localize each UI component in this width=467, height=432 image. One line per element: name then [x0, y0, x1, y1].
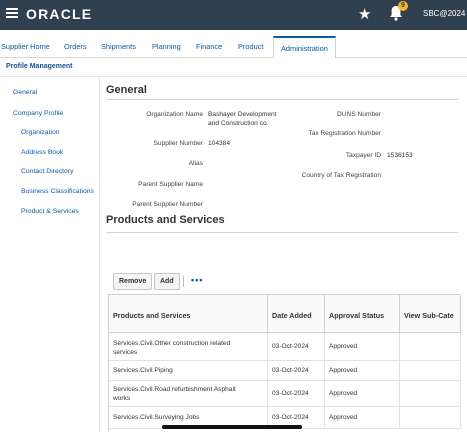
column-header-products-services[interactable]: Products and Services [109, 295, 268, 333]
table-cell-status: Approved [325, 407, 400, 429]
sidebar-item-product-services[interactable]: Product & Services [21, 208, 79, 215]
header-divider [0, 76, 467, 77]
sidebar-item-general[interactable]: General [13, 89, 37, 96]
tab-supplier-home[interactable]: Supplier Home [1, 42, 50, 51]
taxpayer-id-value: 1536153 [387, 152, 413, 159]
product-name-line: services [113, 349, 138, 356]
table-cell-view-sub-category[interactable] [400, 407, 461, 429]
country-of-tax-registration-label: Country of Tax Registration [301, 172, 381, 179]
home-indicator[interactable] [162, 425, 302, 429]
table-cell-view-sub-category[interactable] [400, 361, 461, 381]
sidebar-divider [99, 77, 100, 432]
remove-button[interactable]: Remove [113, 273, 153, 290]
parent-supplier-number-label: Parent Supplier Number [132, 201, 203, 208]
product-name-line: Services.Civil.Road refurbishment Asphal… [113, 386, 236, 393]
tab-planning[interactable]: Planning [152, 42, 181, 51]
column-header-view-sub-category[interactable]: View Sub-Cate [400, 295, 461, 333]
top-bar: ORACLE ★ 9 SBC@2024 [0, 0, 467, 30]
organization-name-value: Bashayer Development [208, 111, 277, 118]
product-name-line: Services.Civil.Other construction relate… [113, 340, 231, 347]
product-name-line: works [113, 395, 131, 402]
table-cell-view-sub-category[interactable] [400, 381, 461, 407]
sidebar-item-organization[interactable]: Organization [21, 129, 60, 136]
general-heading-rule [106, 99, 458, 100]
table-cell-date: 03-Oct-2024 [268, 361, 325, 381]
user-menu[interactable]: SBC@2024 [423, 9, 465, 18]
table-cell-status: Approved [325, 333, 400, 361]
column-header-approval-status[interactable]: Approval Status [325, 295, 400, 333]
column-header-date-added[interactable]: Date Added [268, 295, 325, 333]
table-cell-date: 03-Oct-2024 [268, 381, 325, 407]
organization-name-label: Organization Name [146, 111, 203, 118]
supplier-number-value: 104384 [208, 140, 231, 147]
parent-supplier-name-label: Parent Supplier Name [138, 181, 203, 188]
table-cell-date: 03-Oct-2024 [268, 333, 325, 361]
tab-shipments[interactable]: Shipments [101, 42, 136, 51]
add-button[interactable]: Add [154, 273, 180, 290]
tab-orders[interactable]: Orders [64, 42, 87, 51]
table-cell-status: Approved [325, 361, 400, 381]
sidebar-item-contact-directory[interactable]: Contact Directory [21, 168, 74, 175]
sidebar-item-business-classifications[interactable]: Business Classifications [21, 188, 94, 195]
table-row-product: Services.Civil.Piping [109, 361, 268, 381]
products-table: Products and Services Date Added Approva… [108, 294, 461, 432]
general-heading: General [106, 84, 147, 96]
oracle-logo[interactable]: ORACLE [26, 6, 92, 22]
tab-administration[interactable]: Administration [273, 36, 336, 58]
notification-count-badge: 9 [398, 1, 408, 11]
tab-product[interactable]: Product [238, 42, 263, 51]
table-cell-view-sub-category[interactable] [400, 333, 461, 361]
supplier-number-label: Supplier Number [153, 140, 203, 147]
taxpayer-id-label: Taxpayer ID [345, 152, 381, 159]
duns-number-label: DUNS Number [337, 111, 381, 118]
menu-icon[interactable] [6, 8, 18, 18]
toolbar-separator [183, 276, 184, 287]
tax-registration-number-label: Tax Registration Number [308, 130, 381, 137]
alias-label: Alias [188, 160, 203, 167]
more-actions-icon[interactable]: ••• [191, 275, 203, 285]
table-cell-status: Approved [325, 381, 400, 407]
page-title: Profile Management [6, 63, 73, 70]
table-row-product: Services.Civil.Other construction relate… [109, 333, 268, 361]
table-row-product: Services.Civil.Road refurbishment Asphal… [109, 381, 268, 407]
sidebar-item-address-book[interactable]: Address Book [21, 149, 63, 156]
sidebar-item-company-profile[interactable]: Company Profile [13, 110, 63, 117]
products-heading-rule [106, 232, 458, 233]
products-services-heading: Products and Services [106, 214, 225, 226]
favorites-star-icon[interactable]: ★ [358, 5, 371, 23]
organization-name-value-line2: and Construction co. [208, 120, 269, 127]
tab-finance[interactable]: Finance [196, 42, 222, 51]
navigation-tabs: Supplier Home Orders Shipments Planning … [0, 36, 467, 58]
